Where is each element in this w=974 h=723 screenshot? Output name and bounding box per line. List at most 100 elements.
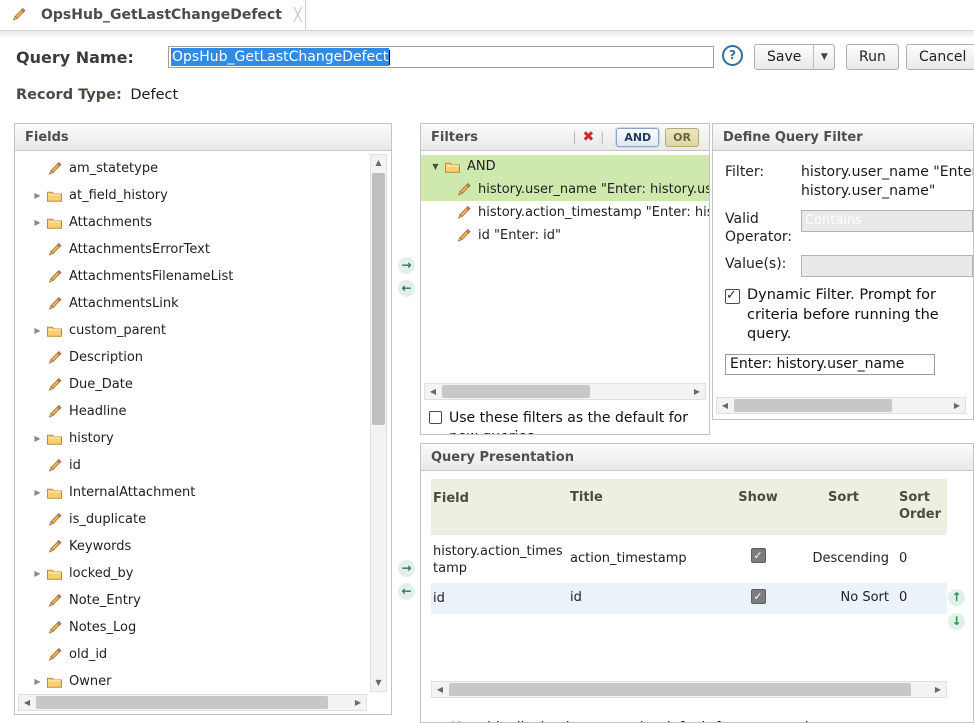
field-item[interactable]: Keywords — [29, 533, 391, 560]
show-checkbox[interactable]: ✓ — [751, 548, 766, 563]
values-label: Value(s): — [725, 255, 801, 277]
close-icon[interactable]: ╳ — [294, 8, 302, 23]
fields-tree: am_statetype ▶ at_field_history ▶ Attachme… — [15, 151, 391, 714]
define-horizontal-scrollbar[interactable]: ◀ ▶ — [716, 397, 966, 414]
cancel-button[interactable]: Cancel — [906, 44, 974, 70]
presentation-table: Field Title Show Sort Sort Order history… — [431, 479, 947, 614]
run-button[interactable]: Run — [846, 44, 899, 70]
move-left-icon[interactable]: ← — [398, 280, 415, 297]
filter-row: Filter: history.user_name "Enter: histor… — [725, 163, 973, 201]
field-item[interactable]: Note_Entry — [29, 587, 391, 614]
table-row[interactable]: history.action_timestamp action_timestam… — [431, 535, 947, 583]
field-label: at_field_history — [69, 188, 168, 203]
expand-icon[interactable]: ▶ — [29, 569, 46, 578]
cell-field: id — [431, 586, 568, 612]
field-item[interactable]: ▶ at_field_history — [29, 182, 391, 209]
cell-sort-order: 0 — [893, 586, 943, 611]
filter-item[interactable]: history.action_timestamp "Enter: history… — [421, 201, 709, 224]
move-left-icon[interactable]: ← — [398, 583, 415, 600]
expand-icon[interactable]: ▶ — [29, 434, 46, 443]
field-label: Notes_Log — [69, 620, 136, 635]
query-name-input[interactable]: OpsHub_GetLastChangeDefect — [168, 46, 714, 68]
field-item[interactable]: ▶ Attachments — [29, 209, 391, 236]
folder-icon — [444, 159, 461, 175]
help-icon[interactable]: ? — [722, 45, 743, 66]
field-label: AttachmentsFilenameList — [69, 269, 233, 284]
scroll-up-icon[interactable]: ▲ — [375, 155, 381, 171]
or-button[interactable]: OR — [665, 128, 699, 147]
field-item[interactable]: Notes_Log — [29, 614, 391, 641]
operator-select[interactable]: Contains — [801, 210, 973, 232]
scroll-right-icon[interactable]: ▶ — [689, 387, 705, 396]
field-label: Owner — [69, 674, 111, 689]
move-down-icon[interactable]: ↓ — [948, 613, 965, 630]
field-item[interactable]: AttachmentsFilenameList — [29, 263, 391, 290]
scroll-left-icon[interactable]: ◀ — [19, 698, 35, 707]
filter-root-node[interactable]: ▼ AND — [421, 155, 709, 178]
fields-horizontal-scrollbar[interactable]: ◀ ▶ — [18, 694, 367, 711]
cell-field: history.action_timestamp — [431, 539, 568, 582]
cell-sort[interactable]: Descending — [798, 539, 893, 570]
dynamic-filter-checkbox[interactable] — [725, 289, 740, 304]
field-item[interactable]: ▶locked_by — [29, 560, 391, 587]
expand-icon[interactable]: ▶ — [29, 218, 46, 227]
field-item[interactable]: Due_Date — [29, 371, 391, 398]
field-item[interactable]: Headline — [29, 398, 391, 425]
scroll-right-icon[interactable]: ▶ — [930, 685, 946, 694]
expand-icon[interactable]: ▶ — [29, 326, 46, 335]
scroll-down-icon[interactable]: ▼ — [375, 675, 381, 691]
scroll-left-icon[interactable]: ◀ — [432, 685, 448, 694]
values-input[interactable] — [801, 255, 973, 277]
move-right-icon[interactable]: → — [398, 560, 415, 577]
collapse-icon[interactable]: ▼ — [427, 162, 444, 171]
dynamic-filter-label: Dynamic Filter. Prompt for criteria befo… — [747, 286, 957, 345]
save-button[interactable]: Save ▼ — [754, 44, 835, 70]
field-item[interactable]: old_id — [29, 641, 391, 668]
query-name-selected-text: OpsHub_GetLastChangeDefect — [171, 48, 389, 66]
field-label: Note_Entry — [69, 593, 141, 608]
filters-default-checkbox[interactable] — [429, 411, 442, 424]
and-button[interactable]: AND — [616, 128, 659, 147]
field-item[interactable]: id — [29, 452, 391, 479]
expand-icon[interactable]: ▶ — [29, 488, 46, 497]
delete-filter-icon[interactable]: ✖ — [583, 129, 595, 145]
show-checkbox[interactable]: ✓ — [751, 589, 766, 604]
cell-show: ✓ — [718, 586, 798, 608]
field-label: Attachments — [69, 215, 152, 230]
scroll-right-icon[interactable]: ▶ — [350, 698, 366, 707]
field-item[interactable]: ▶history — [29, 425, 391, 452]
scroll-left-icon[interactable]: ◀ — [717, 401, 733, 410]
tab-query[interactable]: OpsHub_GetLastChangeDefect ╳ — [0, 0, 302, 30]
fields-panel-header: Fields — [15, 124, 391, 151]
cell-sort[interactable]: No Sort — [798, 586, 893, 609]
table-row[interactable]: id id ✓ No Sort 0 — [431, 583, 947, 615]
move-up-icon[interactable]: ↑ — [948, 589, 965, 606]
scroll-left-icon[interactable]: ◀ — [425, 387, 441, 396]
field-item[interactable]: ▶custom_parent — [29, 317, 391, 344]
save-dropdown-arrow-icon[interactable]: ▼ — [814, 52, 834, 62]
expand-icon[interactable]: ▶ — [29, 677, 46, 686]
pencil-icon — [46, 647, 63, 663]
save-button-label: Save — [755, 49, 813, 65]
presentation-horizontal-scrollbar[interactable]: ◀ ▶ — [431, 681, 947, 698]
field-label: Description — [69, 350, 143, 365]
field-item[interactable]: AttachmentsErrorText — [29, 236, 391, 263]
prompt-text-input[interactable] — [725, 354, 935, 375]
field-item[interactable]: AttachmentsLink — [29, 290, 391, 317]
filters-horizontal-scrollbar[interactable]: ◀ ▶ — [424, 383, 706, 400]
filter-item[interactable]: id "Enter: id" — [421, 224, 709, 247]
run-button-label: Run — [847, 49, 898, 65]
field-item[interactable]: ▶ Owner — [29, 668, 391, 695]
scroll-right-icon[interactable]: ▶ — [949, 401, 965, 410]
fields-panel-title: Fields — [25, 130, 69, 145]
pencil-icon — [46, 296, 63, 312]
fields-vertical-scrollbar[interactable]: ▲ ▼ — [370, 154, 387, 692]
expand-icon[interactable]: ▶ — [29, 191, 46, 200]
filter-item[interactable]: history.user_name "Enter: history.user_n… — [421, 178, 709, 201]
column-header-show: Show — [718, 486, 798, 509]
move-right-icon[interactable]: → — [398, 257, 415, 274]
field-item[interactable]: Description — [29, 344, 391, 371]
field-item[interactable]: is_duplicate — [29, 506, 391, 533]
field-item[interactable]: am_statetype — [29, 155, 391, 182]
field-item[interactable]: ▶InternalAttachment — [29, 479, 391, 506]
